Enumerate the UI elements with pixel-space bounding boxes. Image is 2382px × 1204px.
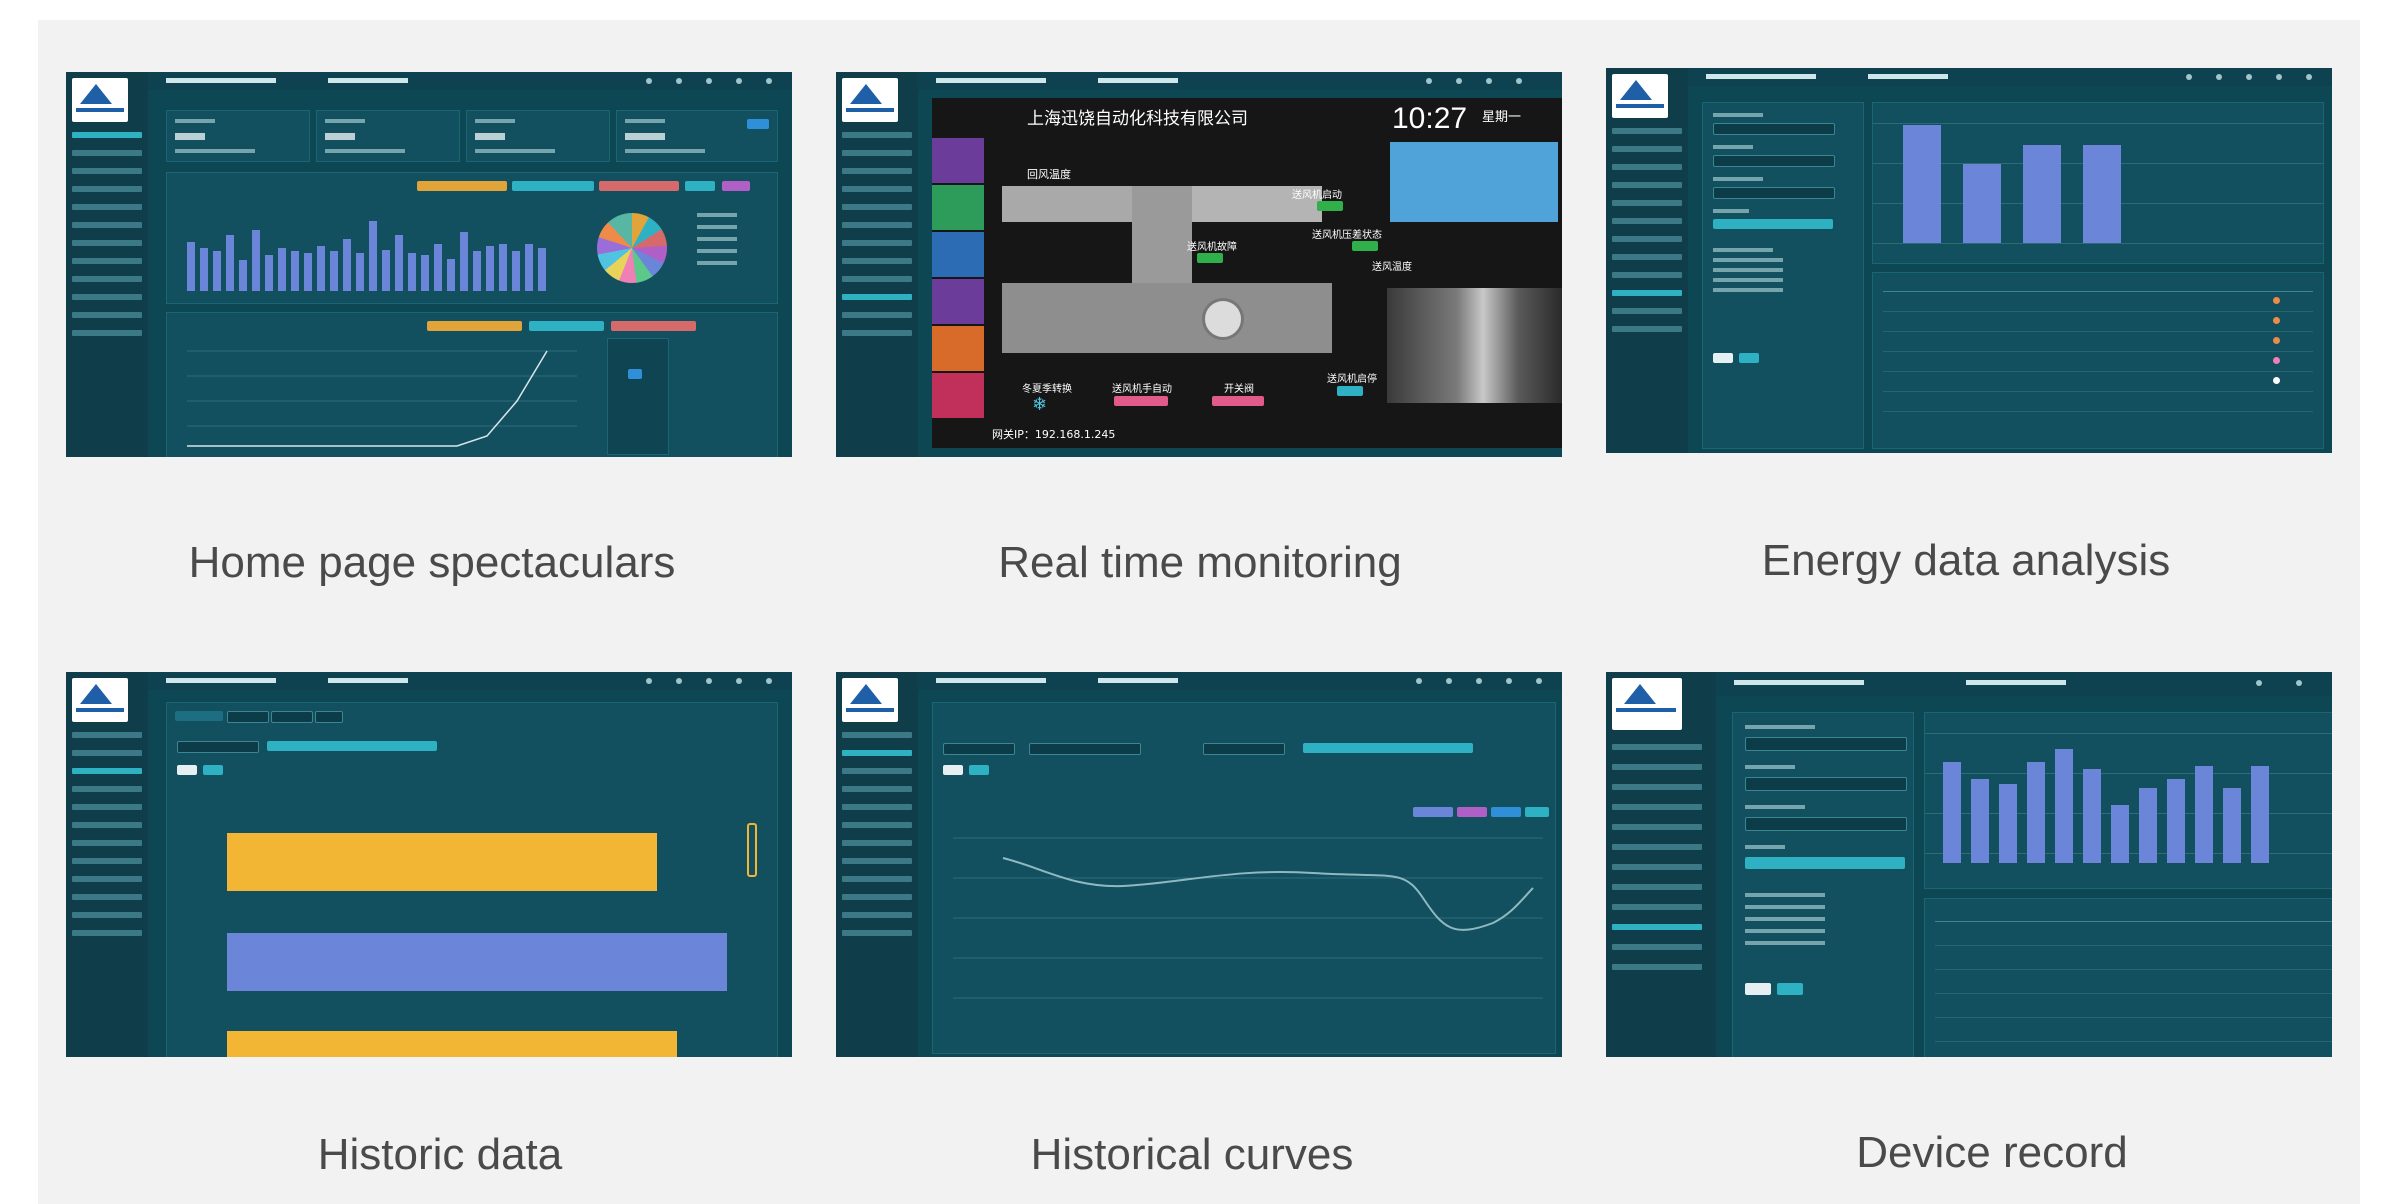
company-logo [72,78,128,122]
query-button[interactable] [1739,353,1759,363]
label-fan-mode: 送风机手自动 [1112,384,1172,395]
app-header [148,672,792,690]
historical-curves-screenshot[interactable] [836,672,1562,1057]
realtime-monitoring-screenshot[interactable]: 上海迅饶自动化科技有限公司 10:27 星期一 回风温度 送风机启动 送风机压差… [836,72,1562,457]
label-season-switch: 冬夏季转换 [1022,384,1072,395]
scada-panel: 上海迅饶自动化科技有限公司 10:27 星期一 回风温度 送风机启动 送风机压差… [932,98,1562,448]
monthly-line [187,350,577,447]
historic-chart-panel [166,702,778,1057]
showcase-canvas: 上海迅饶自动化科技有限公司 10:27 星期一 回风温度 送风机启动 送风机压差… [38,20,2360,1204]
caption-energy-analysis: Energy data analysis [1761,536,2171,585]
sidebar [1606,672,1716,1057]
status-tag [1337,386,1363,396]
label-return-temp: 回风温度 [1027,168,1071,181]
energy-bar-chart [1872,102,2324,264]
label-fan-switch: 送风机启停 [1327,374,1377,385]
energy-table [1872,272,2324,449]
device-table [1924,898,2332,1057]
app-header [918,72,1562,90]
status-tag [1352,241,1378,251]
filter-panel [1732,712,1914,1057]
status-tag [1197,253,1223,263]
kpi-card [616,110,778,162]
caption-historical-curves: Historical curves [1030,1130,1354,1179]
reset-button[interactable] [943,765,963,775]
caption-device-record: Device record [1856,1128,2128,1177]
side-menu[interactable] [932,138,984,418]
mode-toggle[interactable] [1114,396,1168,406]
app-header [1688,68,2332,86]
reset-button[interactable] [1713,353,1733,363]
caption-realtime-monitoring: Real time monitoring [998,538,1402,587]
energy-analysis-screenshot[interactable] [1606,68,2332,453]
kpi-card [166,110,310,162]
fan-icon [1202,298,1244,340]
curve-chart-panel [932,702,1556,1054]
sidebar [66,72,148,457]
monthly-usage-panel [166,312,778,457]
weekday: 星期一 [1482,110,1522,125]
company-logo [842,78,898,122]
daily-usage-panel [166,172,778,304]
sidebar [66,672,148,1057]
filter-panel [1702,102,1864,449]
camera-feed[interactable] [1387,288,1562,403]
query-button[interactable] [1777,983,1803,995]
device-bar-chart [1924,712,2332,889]
query-button[interactable] [969,765,989,775]
sidebar [836,72,918,457]
company-logo [842,678,898,722]
home-page-screenshot[interactable] [66,72,792,457]
company-logo [1612,678,1682,730]
history-curve [953,837,1543,999]
kpi-card [466,110,610,162]
sidebar [1606,68,1688,453]
label-supply-temp: 送风温度 [1372,262,1412,273]
caption-home-page: Home page spectaculars [188,538,676,587]
reset-button[interactable] [1745,983,1771,995]
caption-historic-data: Historic data [317,1130,563,1179]
clock: 10:27 [1392,102,1468,135]
app-header [1716,672,2332,696]
hvac-duct [1002,186,1152,222]
company-logo [1612,74,1668,118]
label-valve: 开关阀 [1224,384,1254,395]
status-tag [1317,201,1343,211]
label-fan-fault: 送风机故障 [1187,242,1237,253]
valve-toggle[interactable] [1212,396,1264,406]
company-title: 上海迅饶自动化科技有限公司 [1027,109,1248,129]
historic-data-screenshot[interactable] [66,672,792,1057]
gateway-ip: 网关IP：192.168.1.245 [992,428,1116,441]
device-record-screenshot[interactable] [1606,672,2332,1057]
kpi-card [316,110,460,162]
label-pressure: 送风机压差状态 [1312,230,1382,241]
app-header [918,672,1562,690]
query-button[interactable] [203,765,223,775]
company-logo [72,678,128,722]
label-fan-start: 送风机启动 [1292,190,1342,201]
weather-widget [1390,142,1558,222]
reset-button[interactable] [177,765,197,775]
app-header [148,72,792,90]
pie-chart [597,213,667,283]
calendar-widget[interactable] [607,338,669,455]
snowflake-icon: ❄ [1032,394,1048,414]
sidebar [836,672,918,1057]
